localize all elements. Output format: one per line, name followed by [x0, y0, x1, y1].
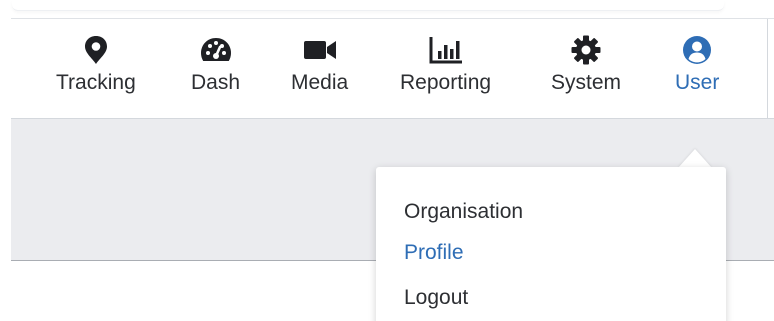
nav-item-label: Tracking: [56, 71, 136, 94]
gear-icon: [569, 33, 603, 67]
navbar-divider: [767, 19, 768, 118]
nav-item-tracking[interactable]: Tracking: [56, 33, 136, 103]
nav-item-reporting[interactable]: Reporting: [400, 33, 491, 103]
top-navbar: Tracking Dash Media Reporting System Use…: [11, 18, 774, 119]
speedometer-icon: [199, 33, 233, 67]
nav-item-label: Media: [291, 71, 349, 94]
user-dropdown-menu: Organisation Profile Logout: [376, 167, 726, 321]
map-marker-icon: [79, 33, 113, 67]
bar-chart-icon: [429, 33, 463, 67]
menu-item-organisation[interactable]: Organisation: [404, 199, 523, 225]
nav-item-label: User: [675, 71, 720, 94]
nav-item-media[interactable]: Media: [291, 33, 348, 103]
nav-item-label: Reporting: [400, 71, 492, 94]
nav-item-dash[interactable]: Dash: [191, 33, 240, 103]
menu-item-logout[interactable]: Logout: [404, 285, 468, 311]
nav-item-label: System: [551, 71, 622, 94]
page: Tracking Dash Media Reporting System Use…: [0, 0, 774, 321]
nav-item-user[interactable]: User: [675, 33, 719, 103]
nav-item-system[interactable]: System: [551, 33, 621, 103]
nav-item-label: Dash: [191, 71, 241, 94]
top-strip: [12, 0, 724, 11]
user-circle-icon: [680, 33, 714, 67]
video-camera-icon: [303, 33, 337, 67]
dropdown-caret: [678, 149, 712, 168]
menu-item-profile[interactable]: Profile: [404, 240, 464, 266]
